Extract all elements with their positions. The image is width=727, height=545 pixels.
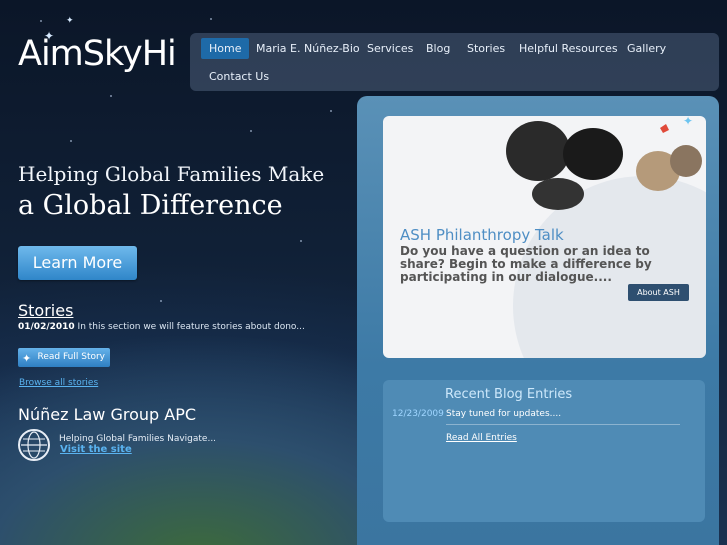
nav-item-bio[interactable]: Maria E. Núñez-Bio (248, 38, 368, 59)
read-full-story-label: Read Full Story (37, 352, 106, 362)
nav-item-contact[interactable]: Contact Us (201, 66, 277, 87)
hero-tagline-line1: Helping Global Families Make (18, 162, 325, 186)
globe-icon (18, 429, 50, 461)
ash-title: ASH Philanthropy Talk (400, 226, 564, 244)
star-icon: ✦ (44, 29, 55, 43)
nav-item-blog[interactable]: Blog (418, 38, 458, 59)
star (210, 18, 212, 20)
stories-heading[interactable]: Stories (18, 301, 73, 320)
star-icon: ✦ (66, 16, 74, 26)
recent-blog-panel: Recent Blog Entries 12/23/2009 Stay tune… (383, 380, 705, 522)
nunez-heading: Núñez Law Group APC (18, 405, 197, 424)
star (40, 20, 42, 22)
divider (446, 424, 680, 425)
blog-entry-date: 12/23/2009 (392, 409, 444, 419)
story-text: In this section we will feature stories … (77, 322, 305, 332)
story-date: 01/02/2010 (18, 322, 75, 332)
read-all-entries-link[interactable]: Read All Entries (446, 433, 517, 443)
ash-card: ✦ ASH Philanthropy Talk Do you have a qu… (383, 116, 706, 358)
star (160, 300, 162, 302)
visit-site-link[interactable]: Visit the site (60, 444, 132, 455)
blog-entry-link[interactable]: Stay tuned for updates.... (446, 409, 561, 419)
nav-item-stories[interactable]: Stories (459, 38, 513, 59)
star (110, 95, 112, 97)
star (250, 130, 252, 132)
hero-tagline-line2: a Global Difference (18, 190, 283, 221)
star (330, 110, 332, 112)
learn-more-button[interactable]: Learn More (18, 246, 137, 280)
blog-heading: Recent Blog Entries (445, 387, 573, 402)
star-icon: ✦ (22, 352, 32, 365)
about-ash-button[interactable]: About ASH (628, 284, 689, 301)
story-teaser: 01/02/2010 In this section we will featu… (18, 322, 305, 332)
nav-item-home[interactable]: Home (201, 38, 250, 59)
star-icon: ✦ (683, 116, 694, 128)
site-logo[interactable]: AimSkyHi (18, 34, 177, 74)
star (300, 240, 302, 242)
star (70, 140, 72, 142)
main-nav: Home Maria E. Núñez-Bio Services Blog St… (190, 33, 719, 91)
butterfly-image (506, 121, 702, 210)
read-full-story-button[interactable]: ✦ Read Full Story (18, 348, 110, 367)
nunez-description: Helping Global Families Navigate... (59, 434, 217, 444)
nav-item-helpful-resources[interactable]: Helpful Resources (511, 38, 626, 59)
browse-all-stories-link[interactable]: Browse all stories (19, 378, 98, 388)
nav-item-gallery[interactable]: Gallery (619, 38, 674, 59)
ash-text: Do you have a question or an idea to sha… (400, 244, 652, 284)
nav-item-services[interactable]: Services (359, 38, 421, 59)
